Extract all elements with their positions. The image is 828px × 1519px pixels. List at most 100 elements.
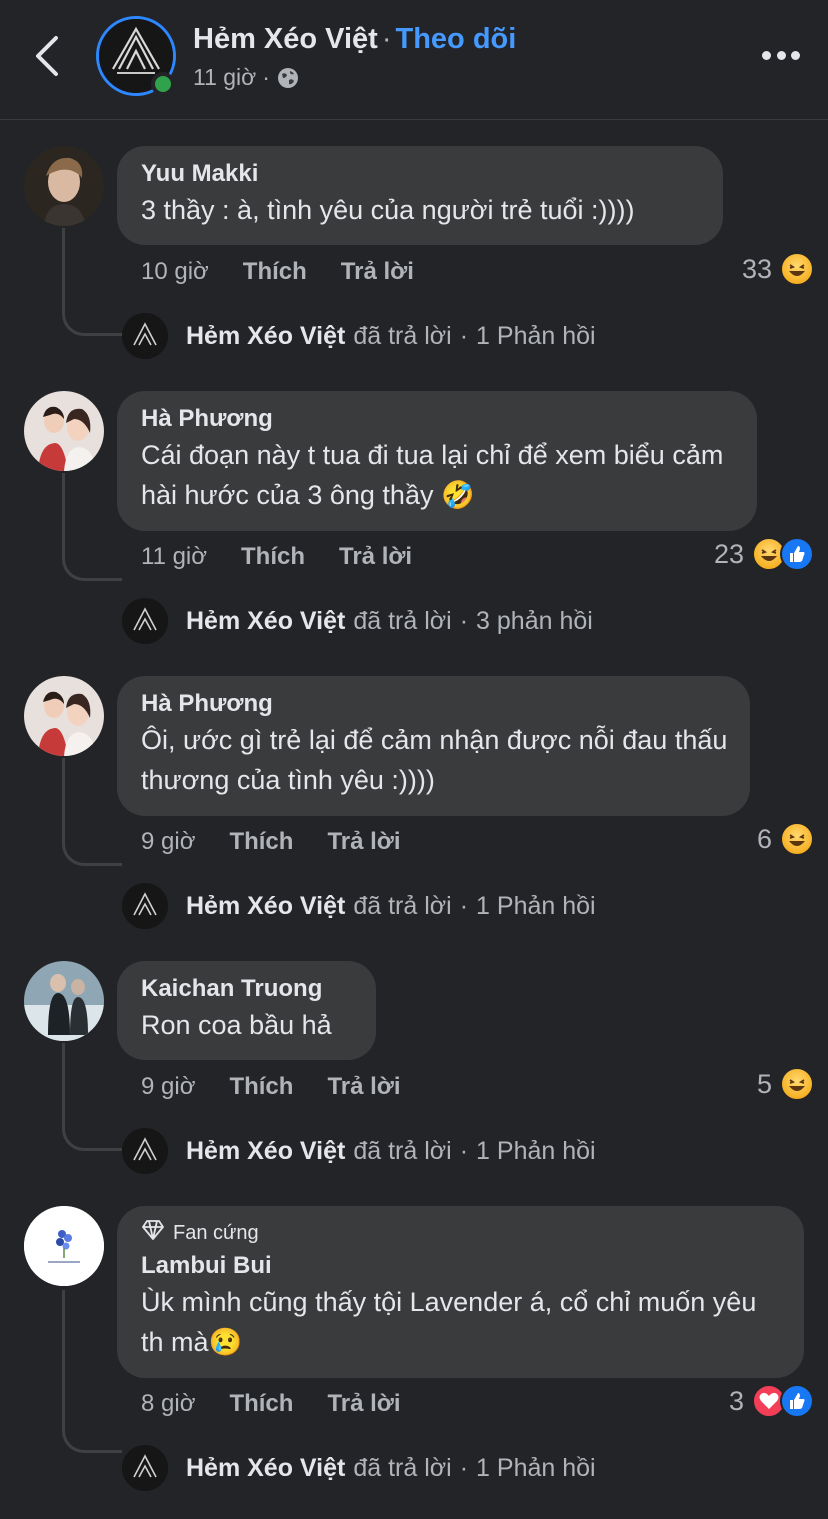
comment-author[interactable]: Yuu Makki (141, 160, 699, 188)
reaction-count: 33 (741, 253, 772, 284)
page-mini-avatar (122, 883, 168, 929)
reply-summary[interactable]: Hẻm Xéo Việt đã trả lời · 1 Phản hồi (122, 313, 596, 359)
comment-text: Ron coa bầu hả (141, 1010, 332, 1040)
thread-line (62, 758, 122, 866)
comment-bubble[interactable]: Hà Phương Cái đoạn này t tua đi tua lại … (117, 391, 757, 531)
reply-count: 3 phản hồi (476, 606, 593, 635)
title-separator: · (381, 23, 392, 55)
like-button[interactable]: Thích (229, 1390, 293, 1418)
online-status-dot (151, 72, 175, 96)
page-mini-avatar (122, 1445, 168, 1491)
comment-time[interactable]: 10 giờ (141, 258, 209, 286)
back-chevron-icon[interactable] (30, 34, 66, 78)
reply-button[interactable]: Trả lời (341, 258, 414, 286)
comment-bubble[interactable]: Yuu Makki 3 thầy : à, tình yêu của người… (117, 146, 723, 245)
globe-icon (276, 66, 300, 90)
haha-reaction-icon (780, 1067, 814, 1101)
reaction-count: 23 (713, 538, 744, 569)
comment-bubble[interactable]: Kaichan Truong Ron coa bầu hả (117, 961, 376, 1060)
reply-summary[interactable]: Hẻm Xéo Việt đã trả lời · 3 phản hồi (122, 598, 593, 644)
reply-author: Hẻm Xéo Việt (186, 1453, 346, 1482)
avatar[interactable] (24, 391, 104, 471)
reply-verb: đã trả lời (353, 1453, 452, 1482)
reply-summary[interactable]: Hẻm Xéo Việt đã trả lời · 1 Phản hồi (122, 1445, 596, 1491)
fan-badge: Fan cứng (141, 1220, 780, 1246)
thread-line (62, 228, 122, 336)
reply-verb: đã trả lời (353, 606, 452, 635)
reply-verb: đã trả lời (353, 891, 452, 920)
reply-count: 1 Phản hồi (476, 891, 596, 920)
comment-actions: 9 giờ Thích Trả lời (141, 1073, 401, 1101)
comment-text: Cái đoạn này t tua đi tua lại chỉ để xem… (141, 440, 724, 510)
fan-badge-label: Fan cứng (173, 1221, 259, 1244)
comment-time[interactable]: 9 giờ (141, 1073, 195, 1101)
haha-reaction-icon (780, 252, 814, 286)
comment-text: 3 thầy : à, tình yêu của người trẻ tuổi … (141, 195, 635, 225)
reaction-summary[interactable]: 6 (757, 822, 814, 856)
more-icon[interactable] (762, 46, 800, 64)
like-reaction-icon (780, 537, 814, 571)
header-title: Hẻm Xéo Việt · Theo dõi (193, 23, 516, 56)
reaction-count: 3 (728, 1385, 744, 1416)
reply-summary[interactable]: Hẻm Xéo Việt đã trả lời · 1 Phản hồi (122, 1128, 596, 1174)
comment-actions: 10 giờ Thích Trả lời (141, 258, 414, 286)
page-mini-avatar (122, 598, 168, 644)
reply-button[interactable]: Trả lời (327, 828, 400, 856)
reply-author: Hẻm Xéo Việt (186, 606, 346, 635)
reply-verb: đã trả lời (353, 1136, 452, 1165)
comment-author[interactable]: Lambui Bui (141, 1252, 780, 1280)
like-reaction-icon (780, 1384, 814, 1418)
reaction-summary[interactable]: 33 (742, 252, 814, 286)
reaction-count: 5 (756, 1068, 772, 1099)
comment-time[interactable]: 9 giờ (141, 828, 195, 856)
reply-count: 1 Phản hồi (476, 1453, 596, 1482)
reply-dot: · (459, 891, 469, 920)
comment-author[interactable]: Kaichan Truong (141, 975, 352, 1003)
post-time[interactable]: 11 giờ (193, 64, 256, 91)
comment-author[interactable]: Hà Phương (141, 690, 726, 718)
like-button[interactable]: Thích (243, 258, 307, 286)
comment-text: Ôi, ước gì trẻ lại để cảm nhận được nỗi … (141, 725, 728, 795)
reaction-summary[interactable]: 3 (729, 1384, 814, 1418)
page-mini-avatar (122, 313, 168, 359)
reply-button[interactable]: Trả lời (327, 1390, 400, 1418)
comment-bubble[interactable]: Fan cứng Lambui Bui Ùk mình cũng thấy tộ… (117, 1206, 804, 1378)
comment-author[interactable]: Hà Phương (141, 405, 733, 433)
comment-text: Ùk mình cũng thấy tội Lavender á, cổ chỉ… (141, 1287, 757, 1357)
page-name[interactable]: Hẻm Xéo Việt (193, 23, 378, 55)
comment-actions: 8 giờ Thích Trả lời (141, 1390, 401, 1418)
reply-dot: · (459, 606, 469, 635)
reply-author: Hẻm Xéo Việt (186, 1136, 346, 1165)
reply-author: Hẻm Xéo Việt (186, 891, 346, 920)
follow-button[interactable]: Theo dõi (396, 23, 517, 55)
like-button[interactable]: Thích (241, 543, 305, 571)
thread-line (62, 473, 122, 581)
comment-actions: 9 giờ Thích Trả lời (141, 828, 401, 856)
reaction-summary[interactable]: 23 (714, 537, 814, 571)
reply-dot: · (459, 321, 469, 350)
reaction-count: 6 (756, 823, 772, 854)
like-button[interactable]: Thích (229, 828, 293, 856)
avatar[interactable] (24, 676, 104, 756)
page-mini-avatar (122, 1128, 168, 1174)
reply-summary[interactable]: Hẻm Xéo Việt đã trả lời · 1 Phản hồi (122, 883, 596, 929)
comment-time[interactable]: 11 giờ (141, 543, 207, 571)
meta-separator: · (262, 64, 270, 90)
thread-line (62, 1043, 122, 1151)
avatar[interactable] (24, 1206, 104, 1286)
avatar[interactable] (24, 146, 104, 226)
comment-bubble[interactable]: Hà Phương Ôi, ước gì trẻ lại để cảm nhận… (117, 676, 750, 816)
reply-count: 1 Phản hồi (476, 1136, 596, 1165)
thread-line (62, 1290, 122, 1453)
reaction-summary[interactable]: 5 (757, 1067, 814, 1101)
comment-actions: 11 giờ Thích Trả lời (141, 543, 412, 571)
avatar[interactable] (24, 961, 104, 1041)
reply-button[interactable]: Trả lời (327, 1073, 400, 1101)
reply-dot: · (459, 1136, 469, 1165)
reply-button[interactable]: Trả lời (339, 543, 412, 571)
comment-time[interactable]: 8 giờ (141, 1390, 195, 1418)
like-button[interactable]: Thích (229, 1073, 293, 1101)
reply-count: 1 Phản hồi (476, 321, 596, 350)
haha-reaction-icon (780, 822, 814, 856)
reply-verb: đã trả lời (353, 321, 452, 350)
